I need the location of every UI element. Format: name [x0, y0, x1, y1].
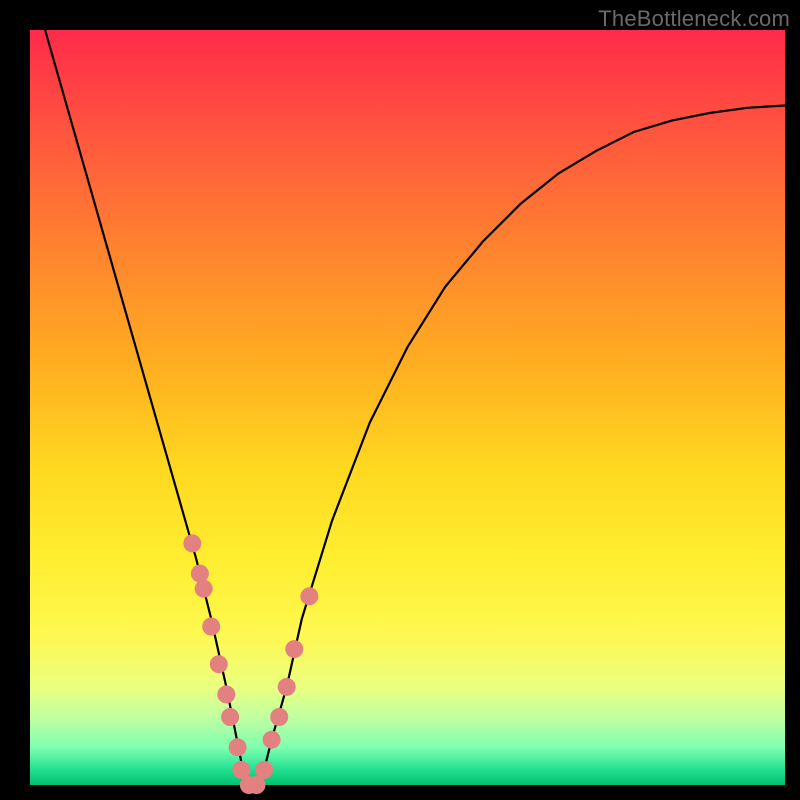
chart-svg: [30, 30, 785, 785]
data-marker: [202, 618, 220, 636]
data-marker: [278, 678, 296, 696]
data-marker: [195, 580, 213, 598]
data-marker: [255, 761, 273, 779]
data-marker: [229, 738, 247, 756]
data-marker: [217, 685, 235, 703]
bottleneck-curve: [45, 30, 785, 785]
data-marker: [221, 708, 239, 726]
data-marker: [270, 708, 288, 726]
data-marker: [300, 587, 318, 605]
data-marker: [183, 534, 201, 552]
plot-area: [30, 30, 785, 785]
data-marker: [285, 640, 303, 658]
data-marker: [210, 655, 228, 673]
marker-group: [183, 534, 318, 794]
watermark-text: TheBottleneck.com: [598, 6, 790, 32]
data-marker: [191, 565, 209, 583]
data-marker: [263, 731, 281, 749]
